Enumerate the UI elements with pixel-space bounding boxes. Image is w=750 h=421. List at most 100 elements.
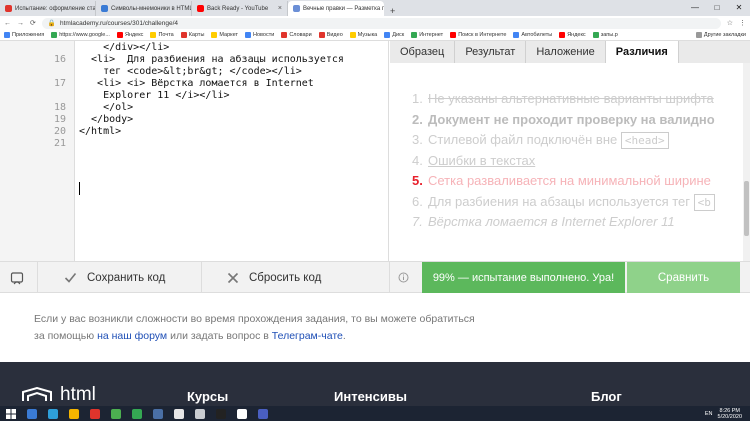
bookmark-label: https://www.google... xyxy=(59,32,110,38)
bookmark-icon xyxy=(318,32,325,38)
menu-icon[interactable]: ⋮ xyxy=(739,19,746,27)
bookmark-item[interactable]: Почта xyxy=(150,32,174,38)
forward-icon[interactable]: → xyxy=(17,20,24,27)
taskbar-app[interactable] xyxy=(21,406,42,421)
results-tab[interactable]: Образец xyxy=(390,41,456,63)
reset-code-button[interactable]: Сбросить код xyxy=(227,262,321,293)
bookmark-item[interactable]: Яндекс xyxy=(559,32,586,38)
scrollbar-thumb[interactable] xyxy=(744,181,749,236)
star-icon[interactable]: ☆ xyxy=(727,19,733,27)
results-tab[interactable]: Результат xyxy=(455,41,527,63)
bookmark-item[interactable]: Музыка xyxy=(349,32,377,38)
taskbar-app[interactable] xyxy=(231,406,252,421)
bookmark-item[interactable]: Карты xyxy=(180,32,204,38)
code-line: </div></li> xyxy=(0,42,388,54)
compare-button[interactable]: Сравнить xyxy=(627,262,740,293)
app-icon xyxy=(68,408,79,419)
bookmark-label: запы.р xyxy=(600,32,618,38)
browser-tab-title: Вечные правки — Разметка по... xyxy=(303,5,384,12)
code-text: </div></li> xyxy=(79,42,170,53)
browser-tab[interactable]: Вечные правки — Разметка по...× xyxy=(288,1,384,16)
help-text-part: . xyxy=(342,330,346,342)
telegram-chat-link[interactable]: Телеграм-чате xyxy=(272,330,343,342)
code-line: 16 <li> Для разбиения на абзацы использу… xyxy=(0,54,388,66)
results-tab[interactable]: Различия xyxy=(605,41,679,63)
url-field[interactable]: 🔒 htmlacademy.ru/courses/301/challenge/4 xyxy=(41,17,721,29)
bookmark-icon xyxy=(281,32,288,38)
bookmark-icon xyxy=(513,32,520,38)
footer-courses-heading[interactable]: Курсы xyxy=(187,389,228,404)
item-text: Стилевой файл подключён вне xyxy=(428,132,618,147)
close-window-icon[interactable]: ✕ xyxy=(728,0,750,16)
item-number: 2. xyxy=(412,111,423,127)
bookmark-item[interactable]: Интернет xyxy=(411,32,443,38)
difference-item: 7. Вёрстка ломается в Internet Explorer 1… xyxy=(412,212,715,233)
windows-icon xyxy=(5,408,16,419)
bookmark-item[interactable]: Приложения xyxy=(4,32,44,38)
footer-blog-heading[interactable]: Блог xyxy=(591,389,622,404)
bookmark-item[interactable]: Диск xyxy=(384,32,404,38)
bookmark-item[interactable]: Словари xyxy=(281,32,312,38)
bookmark-item[interactable]: Новости xyxy=(245,32,274,38)
taskbar-app[interactable] xyxy=(84,406,105,421)
forum-link[interactable]: на наш форум xyxy=(97,330,167,342)
browser-tab-title: Back Ready - YouTube xyxy=(207,5,269,12)
bookmark-icon xyxy=(180,32,187,38)
code-editor-toggle[interactable] xyxy=(10,262,24,293)
bookmark-label: Яндекс xyxy=(124,32,144,38)
bookmark-label: Поиск в Интернете xyxy=(458,32,507,38)
minimize-icon[interactable]: — xyxy=(684,0,706,16)
difference-item: 3. Стилевой файл подключён вне <head> xyxy=(412,130,715,151)
system-tray: EN 8:26 PM 5/20/2020 xyxy=(705,408,750,420)
browser-tab[interactable]: Back Ready - YouTube × xyxy=(192,1,288,16)
taskbar-app[interactable] xyxy=(210,406,231,421)
test-result-badge: 99% — испытание выполнено. Ура! xyxy=(422,262,625,293)
bookmark-item[interactable]: https://www.google... xyxy=(51,32,110,38)
language-indicator[interactable]: EN xyxy=(705,411,713,417)
reload-icon[interactable]: ⟳ xyxy=(30,19,36,27)
save-code-button[interactable]: Сохранить код xyxy=(64,262,165,293)
htmlacademy-logo[interactable]: html xyxy=(22,384,96,406)
taskbar-app[interactable] xyxy=(189,406,210,421)
bookmark-item[interactable]: Яндекс xyxy=(116,32,144,38)
bookmark-item[interactable]: Автобилеты xyxy=(513,32,552,38)
taskbar-app[interactable] xyxy=(105,406,126,421)
line-number: 21 xyxy=(53,138,66,149)
maximize-icon[interactable]: □ xyxy=(706,0,728,16)
bookmark-item[interactable]: Поиск в Интернете xyxy=(450,32,506,38)
item-text: Сетка разваливается на минимальной ширин… xyxy=(428,173,711,188)
taskbar-app[interactable] xyxy=(168,406,189,421)
code-tag: <head> xyxy=(620,132,669,149)
bookmark-item[interactable]: запы.р xyxy=(592,32,618,38)
code-text: Explorer 11 </i></li> xyxy=(79,90,230,101)
taskbar-app[interactable] xyxy=(147,406,168,421)
line-number: 20 xyxy=(53,126,66,137)
bookmark-icon xyxy=(695,32,702,38)
results-tab[interactable]: Наложение xyxy=(526,41,606,63)
footer-intensives-heading[interactable]: Интенсивы xyxy=(334,389,407,404)
clock[interactable]: 8:26 PM 5/20/2020 xyxy=(718,408,742,420)
taskbar-app[interactable] xyxy=(42,406,63,421)
clock-time: 8:26 PM xyxy=(719,407,740,414)
item-number: 6. xyxy=(412,193,423,209)
tab-close-icon[interactable]: × xyxy=(278,5,282,12)
bookmark-item[interactable]: Другие закладки xyxy=(695,32,746,38)
taskbar-app[interactable] xyxy=(63,406,84,421)
taskbar-app[interactable] xyxy=(126,406,147,421)
new-tab-icon[interactable]: + xyxy=(384,6,401,16)
start-button[interactable] xyxy=(0,406,21,421)
browser-tab[interactable]: Символы-мнемоники в HTML...× xyxy=(96,1,192,16)
browser-tab[interactable]: Испытание: оформление стати...× xyxy=(0,1,96,16)
bookmark-label: Словари xyxy=(289,32,312,38)
info-icon[interactable] xyxy=(398,262,409,293)
item-number: 4. xyxy=(412,152,423,168)
code-editor[interactable]: </div></li> 16 <li> Для разбиения на абза… xyxy=(0,41,389,261)
code-text: <li> <i> Вёрстка ломается в Internet xyxy=(79,78,314,89)
back-icon[interactable]: ← xyxy=(4,20,11,27)
line-number: 19 xyxy=(53,114,66,125)
bookmark-item[interactable]: Маркет xyxy=(211,32,238,38)
taskbar-app[interactable] xyxy=(252,406,273,421)
difference-item: 2. Документ не проходит проверку на валид… xyxy=(412,110,715,131)
bookmark-icon xyxy=(411,32,418,38)
bookmark-item[interactable]: Видео xyxy=(318,32,343,38)
